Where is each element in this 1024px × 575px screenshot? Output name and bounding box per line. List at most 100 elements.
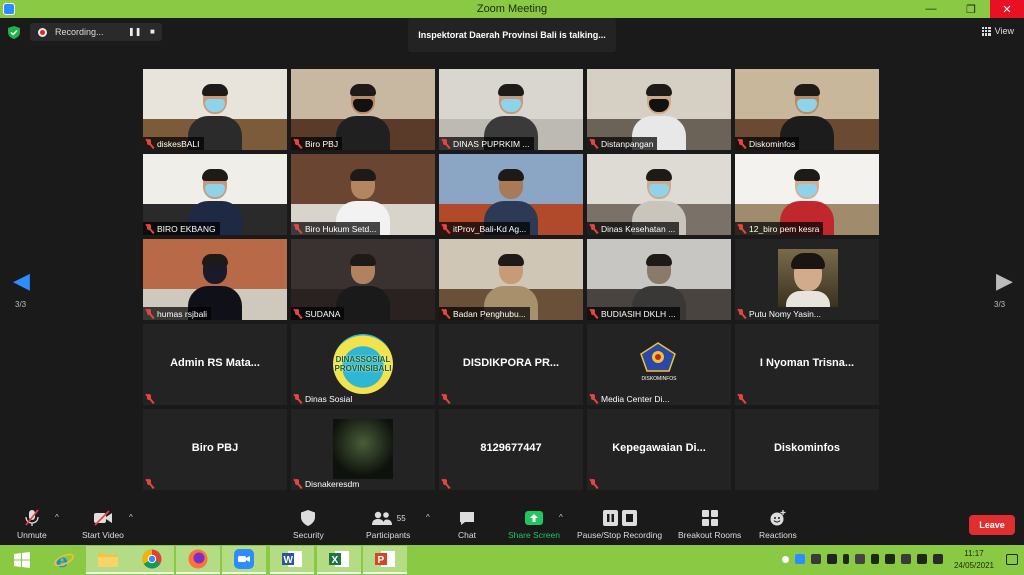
tray-volume-icon[interactable]	[885, 554, 895, 564]
mic-muted-icon	[441, 393, 450, 404]
participant-tile[interactable]: Diskominfos	[735, 69, 879, 150]
maximize-button[interactable]: ❐	[956, 0, 986, 18]
chat-button[interactable]: Chat	[458, 509, 476, 540]
participant-tile[interactable]: Badan Penghubu...	[439, 239, 583, 320]
clock-time: 11:17	[964, 549, 984, 558]
video-options-caret[interactable]: ^	[129, 513, 133, 522]
participant-nameplate: Dinas Sosial	[291, 392, 356, 405]
shield-icon[interactable]	[8, 26, 20, 39]
tray-zoom-icon[interactable]	[795, 554, 805, 564]
participant-tile[interactable]: 12_biro pem kesra	[735, 154, 879, 235]
start-video-button[interactable]: Start Video	[82, 509, 124, 540]
participant-tile[interactable]: humas rsjbali	[143, 239, 287, 320]
participant-display-name: Biro PBJ	[191, 442, 239, 454]
mic-muted-icon	[737, 223, 746, 234]
participant-nameplate	[587, 477, 605, 490]
participants-button[interactable]: 55 Participants	[366, 509, 410, 540]
mic-muted-icon	[24, 509, 40, 527]
tray-bluetooth-icon[interactable]	[843, 554, 849, 564]
mic-muted-icon	[293, 138, 302, 149]
meeting-area: Recording... ❚❚ ■ Inspektorat Daerah Pro…	[0, 18, 1024, 505]
mic-muted-icon	[293, 478, 302, 489]
page-indicator-left: 3/3	[15, 300, 27, 309]
prev-page-icon[interactable]: ◀	[13, 268, 30, 294]
participant-display-name: Admin RS Mata...	[170, 357, 260, 369]
participant-display-name: 8129677447	[480, 442, 542, 454]
share-screen-icon	[524, 509, 543, 527]
powerpoint-icon[interactable]: P	[363, 546, 407, 574]
tray-nvidia-icon[interactable]	[827, 554, 837, 564]
tray-chat-icon[interactable]	[933, 554, 943, 564]
next-page-icon[interactable]: ▶	[996, 268, 1013, 294]
participant-name: Media Center Di...	[601, 393, 670, 404]
unmute-button[interactable]: Unmute	[17, 509, 47, 540]
participant-tile[interactable]: DINAS PUPRKIM ...	[439, 69, 583, 150]
participant-tile[interactable]: Admin RS Mata...	[143, 324, 287, 405]
mic-muted-icon	[589, 223, 598, 234]
tray-display-icon[interactable]	[811, 554, 821, 564]
participant-tile[interactable]: 8129677447	[439, 409, 583, 490]
mic-muted-icon	[441, 138, 450, 149]
participant-tile[interactable]: Dinas Kesehatan ...	[587, 154, 731, 235]
participant-display-name: DISDIKPORA PR...	[462, 357, 560, 369]
mic-muted-icon	[145, 138, 154, 149]
windows-start-icon[interactable]	[0, 546, 44, 574]
leave-button[interactable]: Leave	[969, 515, 1015, 535]
tray-flag-icon[interactable]	[871, 554, 879, 564]
tray-network-icon[interactable]	[855, 554, 865, 564]
breakout-rooms-button[interactable]: Breakout Rooms	[678, 509, 741, 540]
close-button[interactable]: ✕	[990, 0, 1024, 18]
zoom-taskbar-icon[interactable]	[222, 546, 266, 574]
participant-tile[interactable]: Biro Hukum Setd...	[291, 154, 435, 235]
participant-tile[interactable]: Kepegawaian Di...	[587, 409, 731, 490]
recording-dot-icon	[38, 27, 47, 37]
participant-figure	[336, 80, 390, 150]
file-explorer-icon[interactable]	[86, 546, 130, 574]
participant-tile[interactable]: SUDANA	[291, 239, 435, 320]
tray-wifi-icon[interactable]	[901, 554, 911, 564]
excel-icon[interactable]: X	[317, 546, 361, 574]
participant-tile[interactable]: DISDIKPORA PR...	[439, 324, 583, 405]
reactions-button[interactable]: Reactions	[759, 509, 797, 540]
tray-dot-icon[interactable]	[782, 556, 789, 563]
profile-photo	[778, 249, 838, 307]
participant-tile[interactable]: BUDIASIH DKLH ...	[587, 239, 731, 320]
participant-name: Badan Penghubu...	[453, 308, 526, 319]
view-button[interactable]: View	[981, 26, 1014, 36]
participant-tile[interactable]: DINASSOSIAL PROVINSIBALI Dinas Sosial	[291, 324, 435, 405]
audio-options-caret[interactable]: ^	[55, 513, 59, 522]
stop-recording-icon[interactable]: ■	[150, 27, 155, 36]
participant-tile[interactable]: Biro PBJ	[143, 409, 287, 490]
share-options-caret[interactable]: ^	[559, 513, 563, 522]
pause-stop-recording-button[interactable]: Pause/Stop Recording	[577, 509, 662, 540]
minimize-button[interactable]: —	[916, 0, 946, 18]
grid-view-icon	[981, 26, 991, 36]
word-icon[interactable]: W	[270, 546, 314, 574]
participant-tile[interactable]: Putu Nomy Yasin...	[735, 239, 879, 320]
pause-recording-icon[interactable]: ❚❚	[128, 27, 141, 36]
mic-muted-icon	[293, 393, 302, 404]
participant-tile[interactable]: Distanpangan	[587, 69, 731, 150]
participant-tile[interactable]: Biro PBJ	[291, 69, 435, 150]
internet-explorer-icon[interactable]: e	[42, 546, 86, 574]
participant-name: DINAS PUPRKIM ...	[453, 138, 530, 149]
participant-nameplate: diskesBALI	[143, 137, 204, 150]
taskbar-clock[interactable]: 11:17 24/05/2021	[954, 548, 994, 572]
participant-tile[interactable]: itProv_Bali-Kd Ag...	[439, 154, 583, 235]
participants-options-caret[interactable]: ^	[426, 513, 430, 522]
share-screen-button[interactable]: Share Screen	[508, 509, 560, 540]
firefox-icon[interactable]	[176, 546, 220, 574]
chrome-icon[interactable]	[130, 546, 174, 574]
participant-tile[interactable]: diskesBALI	[143, 69, 287, 150]
participant-tile[interactable]: BIRO EKBANG	[143, 154, 287, 235]
participant-nameplate: Diskominfos	[735, 137, 800, 150]
participant-tile[interactable]: Diskominfos	[735, 409, 879, 490]
participant-tile[interactable]: I Nyoman Trisna...	[735, 324, 879, 405]
title-bar: Zoom Meeting — ❐ ✕	[0, 0, 1024, 18]
tray-keyboard-icon[interactable]	[917, 554, 927, 564]
security-button[interactable]: Security	[293, 509, 324, 540]
notification-icon[interactable]	[1006, 554, 1018, 565]
participant-tile[interactable]: DISKOMINFOS Media Center Di...	[587, 324, 731, 405]
mic-muted-icon	[589, 478, 598, 489]
participant-tile[interactable]: Disnakeresdm	[291, 409, 435, 490]
